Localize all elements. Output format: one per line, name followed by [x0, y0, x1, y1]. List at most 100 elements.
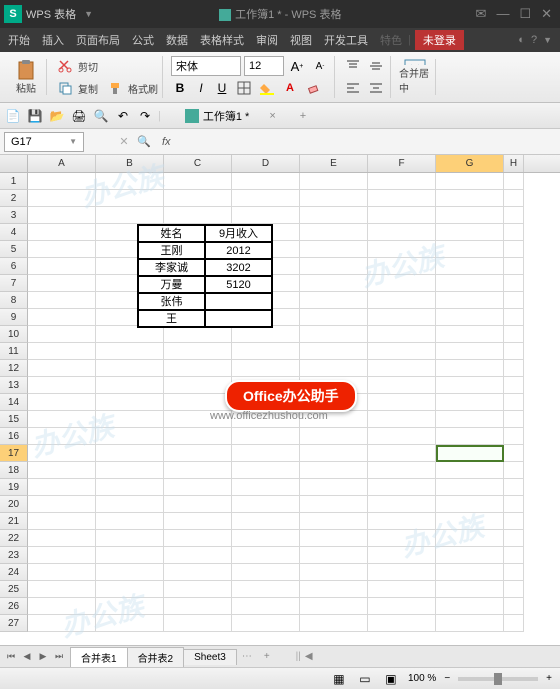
cell[interactable] — [368, 275, 436, 292]
cell[interactable] — [232, 173, 300, 190]
cell[interactable] — [96, 564, 164, 581]
help-icon[interactable]: ? — [531, 34, 537, 46]
cell[interactable] — [28, 377, 96, 394]
cell[interactable] — [368, 615, 436, 632]
cell[interactable] — [300, 547, 368, 564]
cell[interactable] — [28, 309, 96, 326]
cell[interactable] — [300, 275, 368, 292]
menu-insert[interactable]: 插入 — [36, 32, 70, 48]
function-button[interactable]: 🔍 — [134, 132, 154, 152]
cell[interactable] — [436, 224, 504, 241]
cell[interactable] — [164, 513, 232, 530]
cell[interactable] — [96, 479, 164, 496]
row-header[interactable]: 20 — [0, 496, 28, 513]
row-header[interactable]: 3 — [0, 207, 28, 224]
cell[interactable] — [300, 258, 368, 275]
cell[interactable] — [504, 343, 524, 360]
cell[interactable] — [96, 462, 164, 479]
cell[interactable] — [164, 615, 232, 632]
cell[interactable] — [96, 190, 164, 207]
open-button[interactable]: 📂 — [48, 107, 66, 125]
cell[interactable] — [436, 564, 504, 581]
cell[interactable] — [504, 530, 524, 547]
redo-button[interactable]: ↷ — [136, 107, 154, 125]
font-size-select[interactable] — [244, 56, 284, 76]
zoom-slider[interactable] — [458, 677, 538, 681]
menu-review[interactable]: 审阅 — [250, 32, 284, 48]
cell[interactable] — [368, 530, 436, 547]
cell[interactable] — [300, 173, 368, 190]
cell[interactable] — [96, 547, 164, 564]
cell[interactable] — [300, 292, 368, 309]
cell[interactable] — [368, 445, 436, 462]
cell[interactable] — [504, 258, 524, 275]
cell[interactable] — [368, 581, 436, 598]
cell[interactable] — [436, 326, 504, 343]
row-header[interactable]: 24 — [0, 564, 28, 581]
skin-icon[interactable]: ◐ — [518, 34, 525, 46]
cell[interactable] — [232, 530, 300, 547]
cell[interactable] — [504, 445, 524, 462]
cell[interactable] — [436, 394, 504, 411]
cell[interactable] — [504, 275, 524, 292]
cell[interactable] — [300, 530, 368, 547]
cell[interactable] — [28, 496, 96, 513]
cell[interactable] — [28, 462, 96, 479]
zoom-in-button[interactable]: + — [546, 673, 552, 684]
row-header[interactable]: 2 — [0, 190, 28, 207]
sheet-tab[interactable]: 合并表1 — [70, 647, 128, 667]
spreadsheet-grid[interactable]: A B C D E F G H 123456789101112131415161… — [0, 155, 560, 645]
cell[interactable] — [504, 394, 524, 411]
row-header[interactable]: 16 — [0, 428, 28, 445]
merge-center-button[interactable]: 合并居中 — [399, 59, 431, 95]
cell[interactable] — [504, 496, 524, 513]
cell[interactable] — [300, 190, 368, 207]
cell[interactable] — [232, 581, 300, 598]
cell[interactable] — [28, 615, 96, 632]
cell[interactable] — [504, 428, 524, 445]
cell[interactable] — [368, 190, 436, 207]
cell[interactable] — [96, 513, 164, 530]
cell[interactable] — [232, 360, 300, 377]
cell[interactable] — [368, 241, 436, 258]
fx-button[interactable]: fx — [162, 136, 171, 148]
cell[interactable] — [436, 462, 504, 479]
cell[interactable] — [164, 360, 232, 377]
cell[interactable] — [232, 190, 300, 207]
col-header[interactable]: E — [300, 155, 368, 172]
col-header[interactable]: C — [164, 155, 232, 172]
row-header[interactable]: 27 — [0, 615, 28, 632]
cell[interactable] — [28, 513, 96, 530]
cell[interactable] — [164, 428, 232, 445]
new-button[interactable]: 📄 — [4, 107, 22, 125]
minimize-button[interactable]: — — [496, 6, 509, 22]
cell[interactable] — [504, 615, 524, 632]
cell[interactable] — [28, 224, 96, 241]
row-header[interactable]: 21 — [0, 513, 28, 530]
zoom-out-button[interactable]: − — [444, 673, 450, 684]
cell[interactable] — [28, 326, 96, 343]
new-tab-button[interactable]: + — [300, 110, 306, 122]
format-painter-button[interactable] — [105, 78, 125, 98]
cell[interactable] — [300, 479, 368, 496]
sheet-tab[interactable]: Sheet3 — [183, 649, 237, 665]
fill-color-button[interactable] — [257, 78, 277, 98]
cell[interactable] — [504, 173, 524, 190]
cell[interactable] — [436, 615, 504, 632]
cell[interactable] — [300, 496, 368, 513]
login-button[interactable]: 未登录 — [415, 30, 464, 50]
row-header[interactable]: 18 — [0, 462, 28, 479]
cell[interactable] — [436, 598, 504, 615]
cell[interactable] — [368, 598, 436, 615]
paste-button[interactable]: 粘贴 — [10, 59, 42, 95]
print-preview-button[interactable]: 🔍 — [92, 107, 110, 125]
font-color-button[interactable]: A — [280, 78, 300, 98]
cell[interactable] — [368, 360, 436, 377]
zoom-level[interactable]: 100 % — [408, 673, 436, 684]
cell[interactable] — [96, 207, 164, 224]
cell[interactable] — [504, 564, 524, 581]
cell[interactable] — [28, 428, 96, 445]
increase-font-button[interactable]: A+ — [287, 56, 307, 76]
cell[interactable] — [164, 377, 232, 394]
cell[interactable] — [436, 275, 504, 292]
